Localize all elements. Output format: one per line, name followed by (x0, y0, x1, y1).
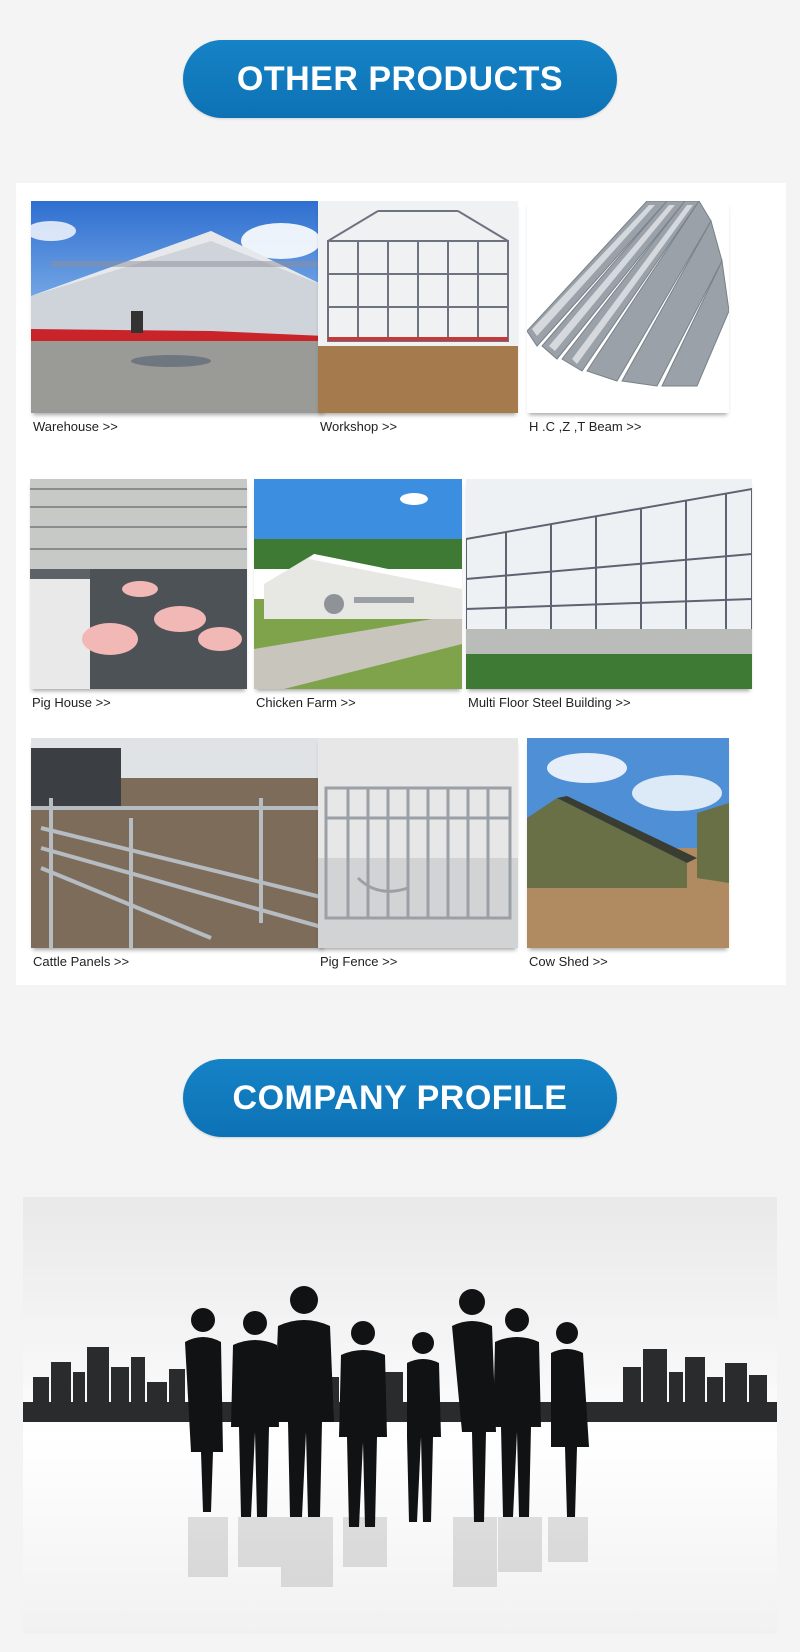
product-card-beam[interactable]: H .C ,Z ,T Beam >> (527, 201, 729, 441)
workshop-image[interactable] (318, 201, 518, 413)
product-label[interactable]: Pig Fence >> (320, 954, 397, 969)
product-card-pig-house[interactable]: Pig House >> (30, 479, 247, 719)
product-label[interactable]: Pig House >> (32, 695, 111, 710)
product-label[interactable]: Chicken Farm >> (256, 695, 356, 710)
beam-image[interactable] (527, 201, 729, 413)
warehouse-image[interactable] (31, 201, 325, 413)
cow-shed-image[interactable] (527, 738, 729, 948)
business-team-silhouette (23, 1286, 777, 1587)
product-card-workshop[interactable]: Workshop >> (318, 201, 518, 441)
product-label[interactable]: Cattle Panels >> (33, 954, 129, 969)
product-card-cow-shed[interactable]: Cow Shed >> (527, 738, 729, 978)
product-card-cattle-panels[interactable]: Cattle Panels >> (31, 738, 325, 978)
product-label[interactable]: Warehouse >> (33, 419, 118, 434)
company-profile-image (23, 1197, 777, 1634)
company-profile-heading: COMPANY PROFILE (183, 1059, 617, 1137)
chicken-farm-image[interactable] (254, 479, 462, 689)
company-profile-title: COMPANY PROFILE (232, 1078, 568, 1117)
product-card-warehouse[interactable]: Warehouse >> (31, 201, 325, 441)
products-grid: Warehouse >> Workshop >> H .C ,Z ,T Beam… (16, 183, 786, 985)
other-products-title: OTHER PRODUCTS (236, 59, 564, 98)
product-card-multi-floor[interactable]: Multi Floor Steel Building >> (466, 479, 752, 719)
product-card-chicken-farm[interactable]: Chicken Farm >> (254, 479, 462, 719)
product-label[interactable]: H .C ,Z ,T Beam >> (529, 419, 641, 434)
product-label[interactable]: Cow Shed >> (529, 954, 608, 969)
cattle-panels-image[interactable] (31, 738, 325, 948)
product-card-pig-fence[interactable]: Pig Fence >> (318, 738, 518, 978)
product-label[interactable]: Multi Floor Steel Building >> (468, 695, 631, 710)
other-products-heading: OTHER PRODUCTS (183, 40, 617, 118)
pig-house-image[interactable] (30, 479, 247, 689)
pig-fence-image[interactable] (318, 738, 518, 948)
multi-floor-image[interactable] (466, 479, 752, 689)
product-label[interactable]: Workshop >> (320, 419, 397, 434)
